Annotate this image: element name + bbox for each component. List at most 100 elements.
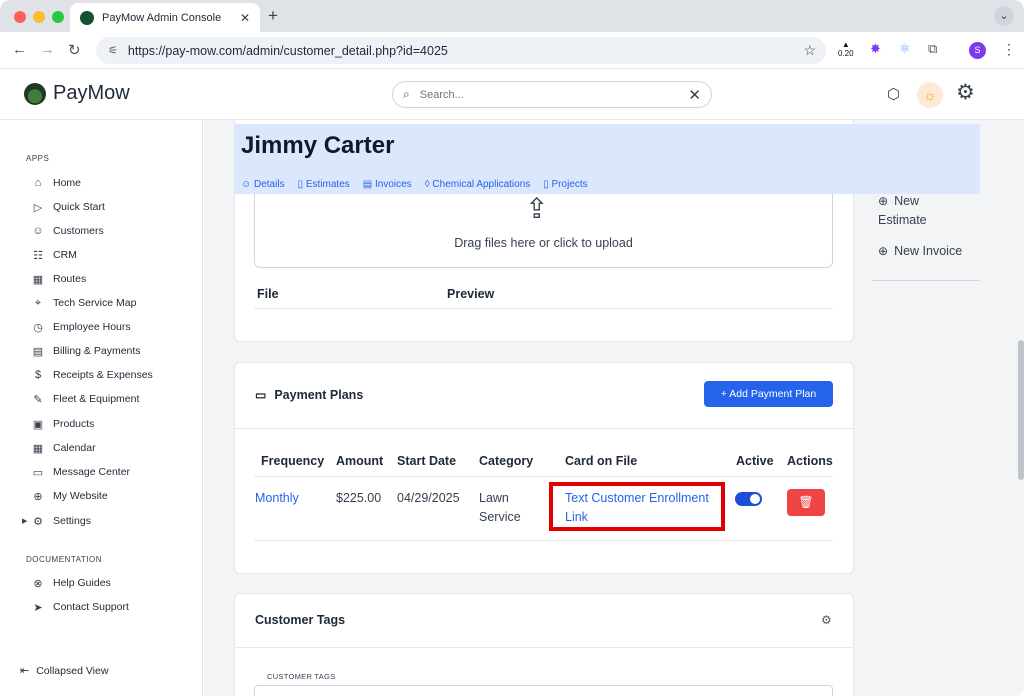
- sidebar-item-tech-service-map[interactable]: ⌖ Tech Service Map: [30, 293, 137, 313]
- brand-name[interactable]: PayMow: [53, 82, 130, 105]
- extension-react-icon[interactable]: ⚛: [899, 41, 911, 57]
- active-toggle[interactable]: [735, 492, 762, 506]
- browser-toolbar: ← → ↻ ⚟ https://pay-mow.com/admin/custom…: [0, 32, 1024, 69]
- start-date-header: Start Date: [397, 454, 457, 468]
- browser-tab[interactable]: PayMow Admin Console ✕: [70, 3, 260, 32]
- add-payment-plan-button[interactable]: + Add Payment Plan: [704, 381, 833, 407]
- tab-estimates[interactable]: ▯ Estimates: [298, 179, 350, 190]
- file-dropzone[interactable]: ⇪ Drag files here or click to upload: [254, 193, 833, 268]
- wrench-icon: ✎: [33, 393, 43, 406]
- start-date-cell: 04/29/2025: [397, 491, 460, 505]
- gear-icon: ⚙: [33, 515, 43, 528]
- settings-gear-icon[interactable]: ⚙: [956, 80, 975, 105]
- divider: [235, 428, 853, 429]
- message-icon: ▭: [32, 466, 44, 479]
- customer-header: Jimmy Carter ☺ Details ▯ Estimates ▤ Inv…: [234, 124, 980, 194]
- amount-cell: $225.00: [336, 491, 382, 505]
- new-estimate-link[interactable]: ⊕ New Estimate: [878, 192, 927, 230]
- credit-card-icon: ▭: [255, 388, 267, 402]
- user-icon: ☺: [32, 225, 44, 237]
- divider: [235, 647, 853, 648]
- sidebar: APPS ⌂ Home ▷ Quick Start ☺ Customers ☷ CRM …: [0, 120, 203, 696]
- theme-sun-icon[interactable]: ☼: [917, 82, 943, 108]
- url-text[interactable]: https://pay-mow.com/admin/customer_detai…: [128, 44, 804, 58]
- search-box[interactable]: ⌕ ✕: [392, 81, 712, 108]
- site-settings-icon[interactable]: ⚟: [108, 44, 118, 57]
- sidebar-item-products[interactable]: ▣ Products: [30, 414, 95, 434]
- extensions-puzzle-icon[interactable]: ⧉: [928, 41, 937, 57]
- divider: [254, 540, 833, 541]
- minimize-window-button[interactable]: [33, 11, 45, 23]
- extension-gear-icon[interactable]: ✸: [870, 41, 881, 57]
- bookmark-star-icon[interactable]: ☆: [803, 42, 816, 59]
- app-header: PayMow ⌕ ✕ ⬡ ☼ ⚙: [0, 69, 1024, 120]
- map-icon: ▦: [32, 273, 44, 286]
- tab-invoices[interactable]: ▤ Invoices: [363, 179, 412, 190]
- sidebar-item-fleet-equipment[interactable]: ✎ Fleet & Equipment: [30, 389, 139, 409]
- close-tab-icon[interactable]: ✕: [240, 11, 250, 25]
- customer-tags-input[interactable]: [254, 685, 833, 696]
- page-scrollbar[interactable]: [1018, 340, 1024, 480]
- sidebar-item-receipts-expenses[interactable]: $ Receipts & Expenses: [30, 365, 153, 385]
- sidebar-item-customers[interactable]: ☺ Customers: [30, 221, 103, 241]
- tab-strip: PayMow Admin Console ✕ + ⌄: [0, 0, 1024, 32]
- close-window-button[interactable]: [14, 11, 26, 23]
- profile-avatar[interactable]: S: [969, 42, 986, 59]
- frequency-link[interactable]: Monthly: [255, 489, 299, 508]
- category-cell: Lawn Service: [479, 491, 521, 524]
- clock-icon: ◷: [33, 321, 43, 334]
- search-icon: ⌕: [403, 87, 410, 101]
- category-header: Category: [479, 454, 534, 468]
- sidebar-item-routes[interactable]: ▦ Routes: [30, 269, 86, 289]
- new-tab-button[interactable]: +: [268, 6, 278, 26]
- preview-column-header: Preview: [447, 287, 495, 301]
- sidebar-item-help-guides[interactable]: ⊗ Help Guides: [30, 573, 110, 593]
- search-input[interactable]: [419, 88, 689, 101]
- tab-title: PayMow Admin Console: [102, 11, 222, 24]
- tab-chemical-applications[interactable]: ◊ Chemical Applications: [425, 179, 531, 190]
- collapsed-view-toggle[interactable]: ⇤ Collapsed View: [20, 664, 108, 678]
- table-header-divider: [254, 476, 833, 477]
- clear-search-icon[interactable]: ✕: [688, 86, 701, 104]
- settings-expand-caret-icon[interactable]: ▶: [22, 517, 27, 525]
- maximize-window-button[interactable]: [52, 11, 64, 23]
- sidebar-item-crm[interactable]: ☷ CRM: [30, 245, 77, 265]
- sidebar-item-home[interactable]: ⌂ Home: [30, 173, 81, 193]
- active-header: Active: [736, 454, 774, 468]
- customer-tabs: ☺ Details ▯ Estimates ▤ Invoices ◊ Chemi…: [241, 179, 588, 190]
- invoice-icon: ▤: [32, 345, 44, 358]
- browser-window: PayMow Admin Console ✕ + ⌄ ← → ↻ ⚟ https…: [0, 0, 1024, 696]
- codepen-cube-icon[interactable]: ⬡: [887, 85, 900, 103]
- main-content: ⇪ Drag files here or click to upload Fil…: [204, 120, 1024, 696]
- annotation-highlight-box: [549, 482, 725, 531]
- lifebuoy-icon: ⊗: [33, 577, 43, 590]
- sidebar-item-contact-support[interactable]: ➤ Contact Support: [30, 597, 129, 617]
- tab-projects[interactable]: ▯ Projects: [543, 179, 587, 190]
- forward-arrow-icon[interactable]: →: [40, 41, 55, 58]
- reload-icon[interactable]: ↻: [68, 41, 81, 59]
- sidebar-item-billing-payments[interactable]: ▤ Billing & Payments: [30, 341, 141, 361]
- customer-name: Jimmy Carter: [241, 132, 395, 159]
- sidebar-item-settings[interactable]: ⚙ Settings: [30, 511, 91, 531]
- paymow-logo-icon[interactable]: [24, 83, 46, 105]
- tags-settings-gear-icon[interactable]: ⚙: [821, 613, 832, 627]
- browser-menu-icon[interactable]: ⋮: [1002, 41, 1016, 58]
- calendar-icon: ▦: [32, 442, 44, 455]
- sidebar-item-calendar[interactable]: ▦ Calendar: [30, 438, 96, 458]
- globe-icon: ⊕: [33, 490, 43, 503]
- tab-search-icon[interactable]: ⌄: [994, 6, 1014, 26]
- apps-heading: APPS: [26, 154, 50, 163]
- sidebar-item-message-center[interactable]: ▭ Message Center: [30, 462, 130, 482]
- address-bar[interactable]: ⚟ https://pay-mow.com/admin/customer_det…: [96, 37, 826, 64]
- tab-details[interactable]: ☺ Details: [241, 179, 285, 190]
- sidebar-item-employee-hours[interactable]: ◷ Employee Hours: [30, 317, 130, 337]
- divider: [872, 280, 980, 281]
- play-circle-icon: ▷: [33, 201, 43, 214]
- back-arrow-icon[interactable]: ←: [12, 41, 27, 58]
- delete-button[interactable]: 🗑: [787, 489, 825, 516]
- plus-circle-icon: ⊕: [878, 244, 889, 258]
- new-invoice-link[interactable]: ⊕ New Invoice: [878, 242, 962, 261]
- extension-badge[interactable]: ▲ 0.20: [838, 40, 854, 58]
- sidebar-item-quick-start[interactable]: ▷ Quick Start: [30, 197, 105, 217]
- sidebar-item-my-website[interactable]: ⊕ My Website: [30, 486, 107, 506]
